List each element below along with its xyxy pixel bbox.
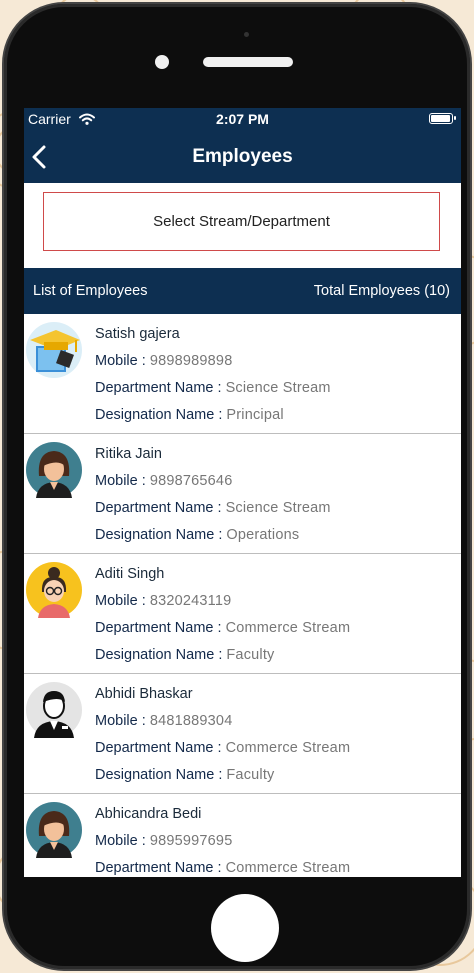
select-department-label: Select Stream/Department [153,213,330,230]
page-title: Employees [192,145,293,167]
designation-label: Designation Name : [95,527,223,543]
mobile-label: Mobile : [95,833,146,849]
employee-list: Satish gajera Mobile : 9898989898 Depart… [24,314,461,877]
employee-department: Commerce Stream [225,860,351,876]
employee-department: Commerce Stream [225,620,351,636]
employee-mobile: 9895997695 [149,833,233,849]
department-label: Department Name : [95,620,222,636]
employee-name: Ritika Jain [95,446,162,462]
camera-dot [155,55,169,69]
filter-area: Select Stream/Department [24,183,461,268]
designation-label: Designation Name : [95,407,223,423]
employee-designation: Operations [226,527,300,543]
speaker-grille [203,57,293,67]
employee-name: Abhidi Bhaskar [95,686,193,702]
employee-department: Commerce Stream [225,740,351,756]
employee-row[interactable]: Satish gajera Mobile : 9898989898 Depart… [24,314,461,434]
employee-row[interactable]: Ritika Jain Mobile : 9898765646 Departme… [24,434,461,554]
home-button[interactable] [211,894,279,962]
mobile-label: Mobile : [95,593,146,609]
designation-label: Designation Name : [95,647,223,663]
employee-mobile: 8320243119 [149,593,232,609]
department-label: Department Name : [95,860,222,876]
chevron-left-icon[interactable] [30,144,48,170]
mobile-label: Mobile : [95,353,146,369]
employee-row[interactable]: Aditi Singh Mobile : 8320243119 Departme… [24,554,461,674]
status-bar: Carrier 2:07 PM [24,108,461,130]
app-screen: Carrier 2:07 PM Employees Select Stream/… [24,108,461,877]
list-header: List of Employees Total Employees (10) [24,268,461,314]
clock: 2:07 PM [216,111,269,127]
employee-name: Satish gajera [95,326,180,342]
total-employees-count: Total Employees (10) [313,283,450,299]
employee-name: Aditi Singh [95,566,165,582]
employee-mobile: 9898765646 [149,473,233,489]
graduate-avatar-icon [26,322,82,378]
employee-mobile: 9898989898 [149,353,233,369]
woman-avatar-icon [26,442,82,498]
employee-designation: Principal [226,407,284,423]
battery-icon [429,113,456,124]
department-label: Department Name : [95,380,222,396]
employee-row[interactable]: Abhidi Bhaskar Mobile : 8481889304 Depar… [24,674,461,794]
mobile-label: Mobile : [95,473,146,489]
department-label: Department Name : [95,740,222,756]
department-label: Department Name : [95,500,222,516]
employee-designation: Faculty [226,647,275,663]
employee-designation: Faculty [226,767,275,783]
employee-department: Science Stream [225,380,331,396]
list-title: List of Employees [33,283,148,299]
battery-fill [431,115,450,122]
woman-glasses-avatar-icon [26,562,82,618]
front-camera [244,32,249,37]
designation-label: Designation Name : [95,767,223,783]
select-department-button[interactable]: Select Stream/Department [43,192,440,251]
employee-row[interactable]: Abhicandra Bedi Mobile : 9895997695 Depa… [24,794,461,877]
woman-avatar-icon [26,802,82,858]
employee-mobile: 8481889304 [149,713,233,729]
employee-department: Science Stream [225,500,331,516]
employee-name: Abhicandra Bedi [95,806,202,822]
nav-bar: Employees [24,130,461,183]
man-suit-avatar-icon [26,682,82,738]
mobile-label: Mobile : [95,713,146,729]
